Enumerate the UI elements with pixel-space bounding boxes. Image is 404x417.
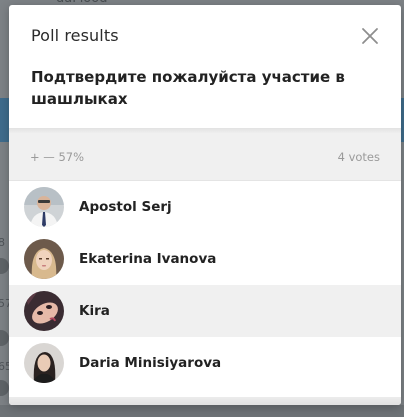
voter-list: Apostol Serj Ekaterina Ivanova Kira Dari… — [9, 181, 401, 389]
voter-name: Daria Minisiyarova — [79, 355, 222, 371]
avatar — [24, 239, 64, 279]
list-item[interactable]: Daria Minisiyarova — [9, 337, 401, 389]
avatar — [24, 291, 64, 331]
poll-option-label: + — 57% — [30, 150, 85, 164]
voter-name: Apostol Serj — [79, 199, 172, 215]
background-bottom — [0, 405, 404, 417]
dialog-header: Poll results Подтвердите пожалуйста учас… — [9, 5, 401, 128]
close-icon — [362, 28, 378, 44]
list-item[interactable]: Ekaterina Ivanova — [9, 233, 401, 285]
close-button[interactable] — [359, 25, 381, 47]
voter-name: Ekaterina Ivanova — [79, 251, 217, 267]
avatar — [24, 343, 64, 383]
avatar — [24, 187, 64, 227]
dialog-title: Poll results — [31, 26, 119, 45]
poll-option-summary: + — 57% 4 votes — [9, 134, 401, 181]
dialog-footer-line — [9, 397, 401, 405]
background-edge-label: 8 — [0, 236, 5, 249]
vote-count: 4 votes — [337, 150, 380, 164]
list-item[interactable]: Apostol Serj — [9, 181, 401, 233]
poll-results-dialog: Poll results Подтвердите пожалуйста учас… — [9, 5, 401, 405]
poll-question: Подтвердите пожалуйста участие в шашлыка… — [31, 68, 345, 108]
voter-name: Kira — [79, 303, 110, 319]
list-item[interactable]: Kira — [9, 285, 401, 337]
background-selected-item — [0, 98, 9, 142]
